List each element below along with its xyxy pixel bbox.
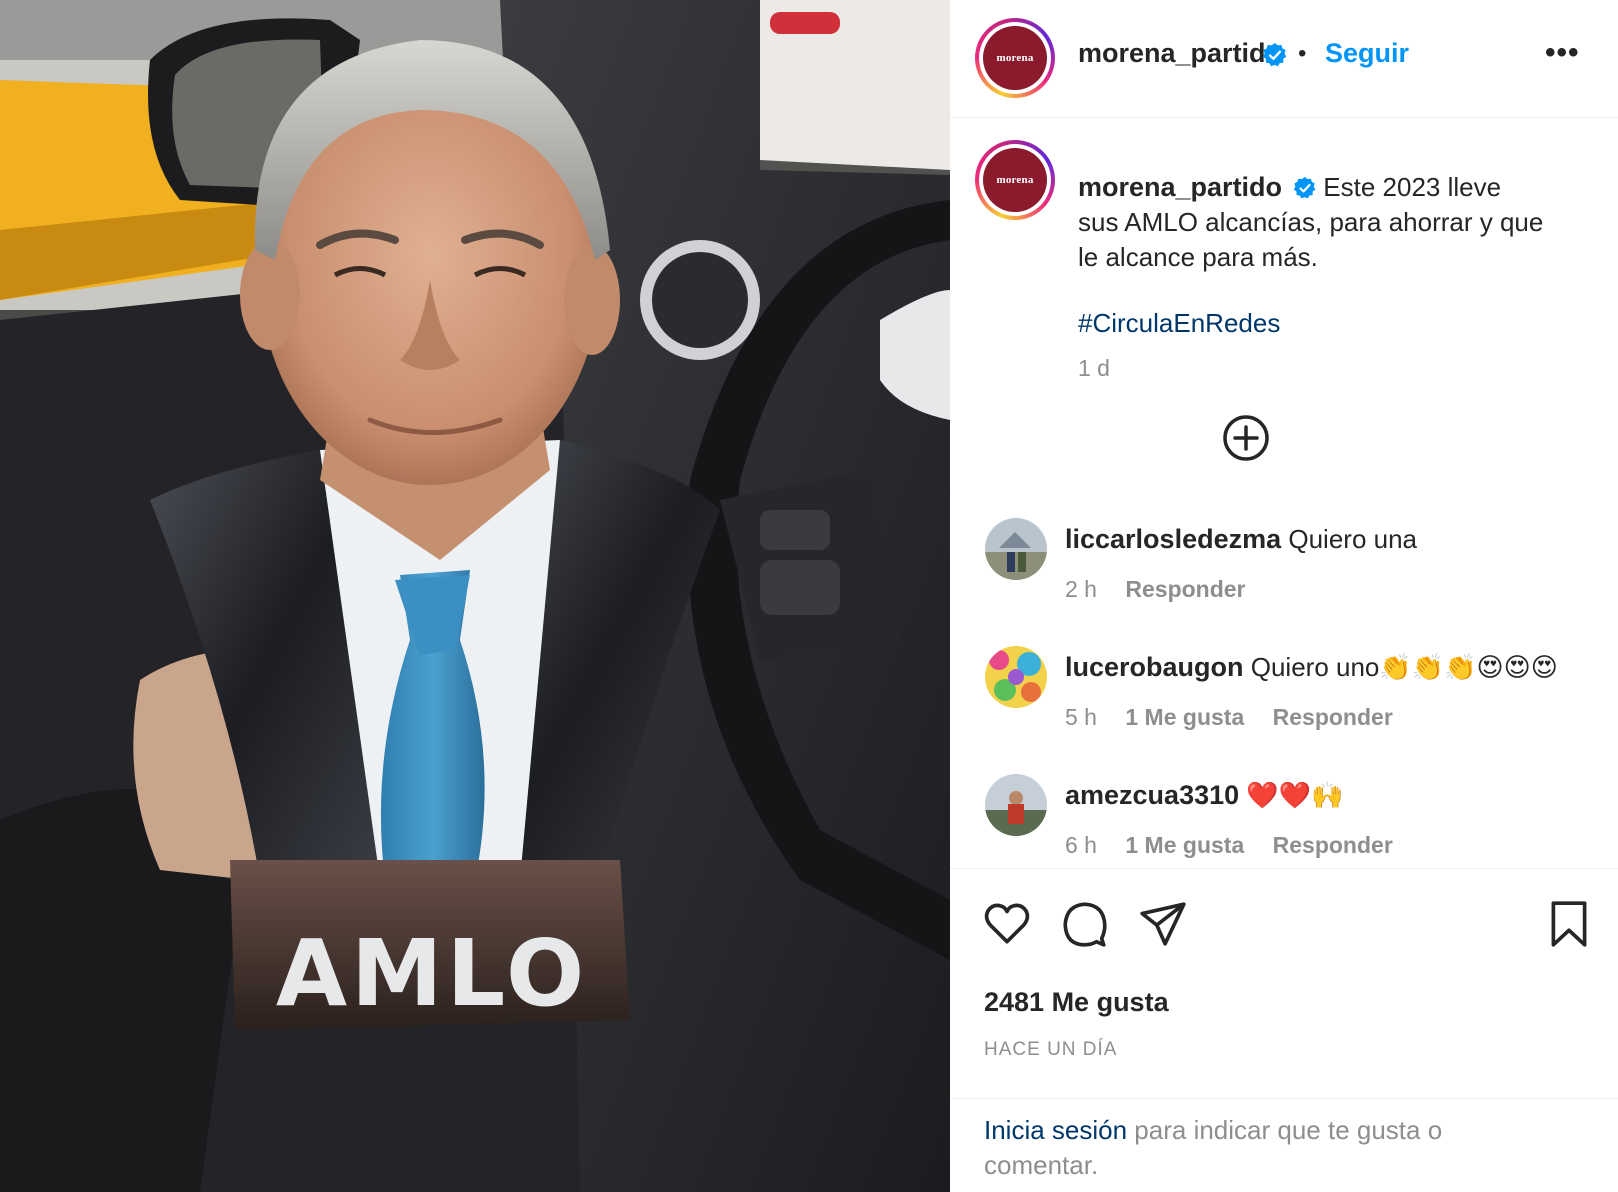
bookmark-icon[interactable] xyxy=(1544,899,1594,949)
comment-username[interactable]: amezcua3310 xyxy=(1065,780,1239,810)
login-link[interactable]: Inicia sesión xyxy=(984,1115,1127,1145)
caption-username[interactable]: morena_partido xyxy=(1078,172,1282,202)
more-options-icon[interactable]: ••• xyxy=(1545,36,1580,70)
header-separator: • xyxy=(1298,40,1307,67)
comment-meta: 6 h 1 Me gusta Responder xyxy=(1065,832,1415,859)
comment-likes[interactable]: 1 Me gusta xyxy=(1125,704,1244,730)
comment-meta: 2 h Responder xyxy=(1065,576,1268,603)
login-prompt-text: Inicia sesión para indicar que te gusta … xyxy=(984,1113,1544,1183)
commenter-avatar[interactable] xyxy=(985,646,1047,708)
load-more-comments-icon[interactable] xyxy=(1222,414,1270,462)
comment-meta: 5 h 1 Me gusta Responder xyxy=(1065,704,1415,731)
comment-username[interactable]: liccarlosledezma xyxy=(1065,524,1281,554)
avatar-logo-text: morena xyxy=(996,52,1034,64)
comment-time[interactable]: 6 h xyxy=(1065,832,1097,858)
comment-item: liccarlosledezma Quiero una 2 h Responde… xyxy=(985,518,1605,618)
post-photo-illustration: AMLO xyxy=(0,0,950,1192)
author-username[interactable]: morena_partido xyxy=(1078,38,1282,69)
verified-badge-icon xyxy=(1262,43,1287,67)
caption-author-avatar[interactable]: morena xyxy=(975,140,1055,220)
bust-base-label: AMLO xyxy=(276,920,588,1027)
caption-hashtag[interactable]: #CirculaEnRedes xyxy=(1078,308,1280,339)
comment-text: Quiero uno👏👏👏😍😍😍 xyxy=(1250,652,1558,682)
comment-body: amezcua3310 ❤️❤️🙌 xyxy=(1065,780,1344,811)
comment-username[interactable]: lucerobaugon xyxy=(1065,652,1244,682)
comment-item: lucerobaugon Quiero uno👏👏👏😍😍😍 5 h 1 Me g… xyxy=(985,646,1605,746)
comments-section[interactable]: morena morena_partido Este 2023 lleve su… xyxy=(950,118,1618,868)
reply-button[interactable]: Responder xyxy=(1273,832,1393,858)
follow-button[interactable]: Seguir xyxy=(1325,38,1409,69)
caption-text-block: morena_partido Este 2023 lleve sus AMLO … xyxy=(1078,170,1548,275)
post-actions: 2481 Me gusta HACE UN DÍA xyxy=(950,868,1618,1098)
comment-likes[interactable]: 1 Me gusta xyxy=(1125,832,1244,858)
share-icon[interactable] xyxy=(1138,899,1188,949)
commenter-avatar[interactable] xyxy=(985,774,1047,836)
verified-badge-icon xyxy=(1294,177,1316,199)
comment-body: liccarlosledezma Quiero una xyxy=(1065,524,1417,555)
commenter-avatar[interactable] xyxy=(985,518,1047,580)
login-prompt: Inicia sesión para indicar que te gusta … xyxy=(950,1098,1618,1192)
post-header: morena morena_partido • Seguir ••• xyxy=(950,0,1618,118)
post-image[interactable]: AMLO xyxy=(0,0,950,1192)
comment-text: Quiero una xyxy=(1288,524,1418,554)
reply-button[interactable]: Responder xyxy=(1125,576,1245,602)
author-avatar[interactable]: morena xyxy=(975,18,1055,98)
comment-body: lucerobaugon Quiero uno👏👏👏😍😍😍 xyxy=(1065,652,1558,683)
comment-time[interactable]: 5 h xyxy=(1065,704,1097,730)
post-side-panel: morena morena_partido • Seguir ••• moren… xyxy=(950,0,1618,1192)
heart-icon[interactable] xyxy=(982,899,1032,949)
reply-button[interactable]: Responder xyxy=(1273,704,1393,730)
comment-text: ❤️❤️🙌 xyxy=(1246,780,1344,810)
comment-item: amezcua3310 ❤️❤️🙌 6 h 1 Me gusta Respond… xyxy=(985,774,1605,868)
caption-timestamp[interactable]: 1 d xyxy=(1078,355,1110,382)
post-date[interactable]: HACE UN DÍA xyxy=(984,1039,1117,1061)
comment-time[interactable]: 2 h xyxy=(1065,576,1097,602)
likes-count[interactable]: 2481 Me gusta xyxy=(984,987,1169,1018)
comment-icon[interactable] xyxy=(1060,899,1110,949)
avatar-logo-text: morena xyxy=(996,174,1034,186)
